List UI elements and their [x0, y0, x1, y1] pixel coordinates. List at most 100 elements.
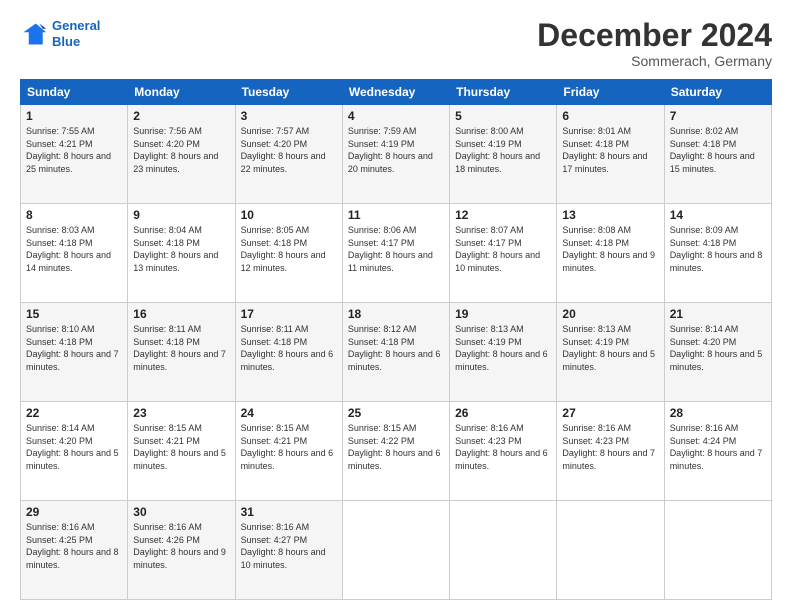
cell-info: Sunrise: 8:13 AMSunset: 4:19 PMDaylight:…	[562, 324, 655, 372]
calendar-cell	[342, 501, 449, 600]
cell-info: Sunrise: 8:16 AMSunset: 4:26 PMDaylight:…	[133, 522, 226, 570]
calendar-cell: 10 Sunrise: 8:05 AMSunset: 4:18 PMDaylig…	[235, 204, 342, 303]
cell-info: Sunrise: 8:11 AMSunset: 4:18 PMDaylight:…	[241, 324, 334, 372]
calendar-cell: 14 Sunrise: 8:09 AMSunset: 4:18 PMDaylig…	[664, 204, 771, 303]
logo-text: General Blue	[52, 18, 100, 49]
day-number: 14	[670, 208, 766, 222]
calendar-cell: 1 Sunrise: 7:55 AMSunset: 4:21 PMDayligh…	[21, 105, 128, 204]
cell-info: Sunrise: 8:10 AMSunset: 4:18 PMDaylight:…	[26, 324, 119, 372]
day-number: 13	[562, 208, 658, 222]
day-number: 29	[26, 505, 122, 519]
cell-info: Sunrise: 8:00 AMSunset: 4:19 PMDaylight:…	[455, 126, 540, 174]
calendar-cell: 24 Sunrise: 8:15 AMSunset: 4:21 PMDaylig…	[235, 402, 342, 501]
logo: General Blue	[20, 18, 100, 49]
day-number: 28	[670, 406, 766, 420]
col-saturday: Saturday	[664, 80, 771, 105]
day-number: 15	[26, 307, 122, 321]
cell-info: Sunrise: 8:16 AMSunset: 4:24 PMDaylight:…	[670, 423, 763, 471]
cell-info: Sunrise: 8:02 AMSunset: 4:18 PMDaylight:…	[670, 126, 755, 174]
calendar-cell: 5 Sunrise: 8:00 AMSunset: 4:19 PMDayligh…	[450, 105, 557, 204]
cell-info: Sunrise: 7:57 AMSunset: 4:20 PMDaylight:…	[241, 126, 326, 174]
col-sunday: Sunday	[21, 80, 128, 105]
calendar-cell: 20 Sunrise: 8:13 AMSunset: 4:19 PMDaylig…	[557, 303, 664, 402]
cell-info: Sunrise: 8:14 AMSunset: 4:20 PMDaylight:…	[670, 324, 763, 372]
day-number: 24	[241, 406, 337, 420]
day-number: 19	[455, 307, 551, 321]
cell-info: Sunrise: 8:01 AMSunset: 4:18 PMDaylight:…	[562, 126, 647, 174]
col-monday: Monday	[128, 80, 235, 105]
month-title: December 2024	[537, 18, 772, 53]
calendar-cell: 6 Sunrise: 8:01 AMSunset: 4:18 PMDayligh…	[557, 105, 664, 204]
cell-info: Sunrise: 8:16 AMSunset: 4:27 PMDaylight:…	[241, 522, 326, 570]
col-friday: Friday	[557, 80, 664, 105]
day-number: 2	[133, 109, 229, 123]
cell-info: Sunrise: 8:15 AMSunset: 4:22 PMDaylight:…	[348, 423, 441, 471]
logo-icon	[20, 20, 48, 48]
day-number: 5	[455, 109, 551, 123]
cell-info: Sunrise: 8:09 AMSunset: 4:18 PMDaylight:…	[670, 225, 763, 273]
cell-info: Sunrise: 7:56 AMSunset: 4:20 PMDaylight:…	[133, 126, 218, 174]
calendar-week-2: 8 Sunrise: 8:03 AMSunset: 4:18 PMDayligh…	[21, 204, 772, 303]
cell-info: Sunrise: 8:08 AMSunset: 4:18 PMDaylight:…	[562, 225, 655, 273]
day-number: 21	[670, 307, 766, 321]
calendar-cell: 31 Sunrise: 8:16 AMSunset: 4:27 PMDaylig…	[235, 501, 342, 600]
title-block: December 2024 Sommerach, Germany	[537, 18, 772, 69]
cell-info: Sunrise: 8:04 AMSunset: 4:18 PMDaylight:…	[133, 225, 218, 273]
day-number: 1	[26, 109, 122, 123]
calendar-cell: 4 Sunrise: 7:59 AMSunset: 4:19 PMDayligh…	[342, 105, 449, 204]
calendar-cell: 8 Sunrise: 8:03 AMSunset: 4:18 PMDayligh…	[21, 204, 128, 303]
page: General Blue December 2024 Sommerach, Ge…	[0, 0, 792, 612]
day-number: 7	[670, 109, 766, 123]
calendar-week-1: 1 Sunrise: 7:55 AMSunset: 4:21 PMDayligh…	[21, 105, 772, 204]
calendar-cell: 7 Sunrise: 8:02 AMSunset: 4:18 PMDayligh…	[664, 105, 771, 204]
day-number: 9	[133, 208, 229, 222]
cell-info: Sunrise: 8:13 AMSunset: 4:19 PMDaylight:…	[455, 324, 548, 372]
location: Sommerach, Germany	[537, 53, 772, 69]
cell-info: Sunrise: 8:15 AMSunset: 4:21 PMDaylight:…	[133, 423, 226, 471]
cell-info: Sunrise: 8:15 AMSunset: 4:21 PMDaylight:…	[241, 423, 334, 471]
calendar-cell	[450, 501, 557, 600]
calendar-cell: 27 Sunrise: 8:16 AMSunset: 4:23 PMDaylig…	[557, 402, 664, 501]
day-number: 25	[348, 406, 444, 420]
calendar-cell: 23 Sunrise: 8:15 AMSunset: 4:21 PMDaylig…	[128, 402, 235, 501]
day-number: 30	[133, 505, 229, 519]
day-number: 31	[241, 505, 337, 519]
calendar-week-5: 29 Sunrise: 8:16 AMSunset: 4:25 PMDaylig…	[21, 501, 772, 600]
calendar-cell: 3 Sunrise: 7:57 AMSunset: 4:20 PMDayligh…	[235, 105, 342, 204]
logo-general: General	[52, 18, 100, 33]
calendar-cell: 17 Sunrise: 8:11 AMSunset: 4:18 PMDaylig…	[235, 303, 342, 402]
day-number: 20	[562, 307, 658, 321]
calendar-cell: 2 Sunrise: 7:56 AMSunset: 4:20 PMDayligh…	[128, 105, 235, 204]
calendar-week-3: 15 Sunrise: 8:10 AMSunset: 4:18 PMDaylig…	[21, 303, 772, 402]
calendar-cell	[557, 501, 664, 600]
calendar-cell: 21 Sunrise: 8:14 AMSunset: 4:20 PMDaylig…	[664, 303, 771, 402]
day-number: 4	[348, 109, 444, 123]
day-number: 11	[348, 208, 444, 222]
day-number: 6	[562, 109, 658, 123]
calendar-cell: 13 Sunrise: 8:08 AMSunset: 4:18 PMDaylig…	[557, 204, 664, 303]
calendar-cell: 28 Sunrise: 8:16 AMSunset: 4:24 PMDaylig…	[664, 402, 771, 501]
calendar-header-row: Sunday Monday Tuesday Wednesday Thursday…	[21, 80, 772, 105]
cell-info: Sunrise: 8:14 AMSunset: 4:20 PMDaylight:…	[26, 423, 119, 471]
calendar-cell: 18 Sunrise: 8:12 AMSunset: 4:18 PMDaylig…	[342, 303, 449, 402]
cell-info: Sunrise: 8:06 AMSunset: 4:17 PMDaylight:…	[348, 225, 433, 273]
calendar-cell: 16 Sunrise: 8:11 AMSunset: 4:18 PMDaylig…	[128, 303, 235, 402]
cell-info: Sunrise: 8:12 AMSunset: 4:18 PMDaylight:…	[348, 324, 441, 372]
calendar-cell	[664, 501, 771, 600]
calendar-cell: 26 Sunrise: 8:16 AMSunset: 4:23 PMDaylig…	[450, 402, 557, 501]
day-number: 8	[26, 208, 122, 222]
day-number: 12	[455, 208, 551, 222]
cell-info: Sunrise: 8:16 AMSunset: 4:23 PMDaylight:…	[562, 423, 655, 471]
cell-info: Sunrise: 8:11 AMSunset: 4:18 PMDaylight:…	[133, 324, 226, 372]
calendar: Sunday Monday Tuesday Wednesday Thursday…	[20, 79, 772, 600]
cell-info: Sunrise: 8:07 AMSunset: 4:17 PMDaylight:…	[455, 225, 540, 273]
logo-blue: Blue	[52, 34, 100, 50]
col-thursday: Thursday	[450, 80, 557, 105]
calendar-cell: 22 Sunrise: 8:14 AMSunset: 4:20 PMDaylig…	[21, 402, 128, 501]
day-number: 3	[241, 109, 337, 123]
calendar-cell: 12 Sunrise: 8:07 AMSunset: 4:17 PMDaylig…	[450, 204, 557, 303]
day-number: 10	[241, 208, 337, 222]
calendar-week-4: 22 Sunrise: 8:14 AMSunset: 4:20 PMDaylig…	[21, 402, 772, 501]
cell-info: Sunrise: 8:16 AMSunset: 4:25 PMDaylight:…	[26, 522, 119, 570]
calendar-cell: 29 Sunrise: 8:16 AMSunset: 4:25 PMDaylig…	[21, 501, 128, 600]
